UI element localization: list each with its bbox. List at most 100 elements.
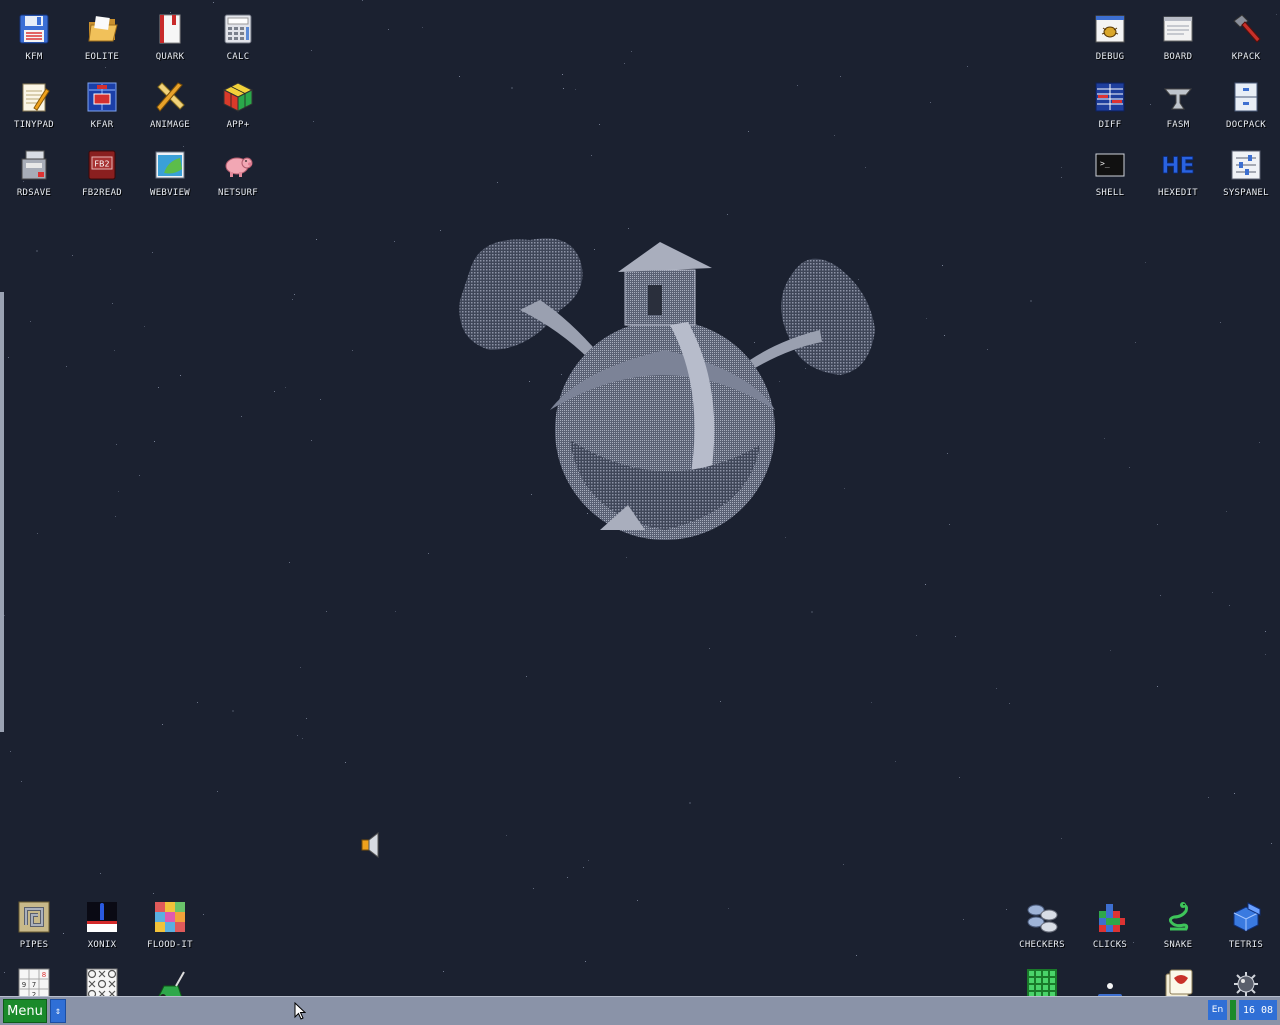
star xyxy=(562,74,563,75)
desktop-icon-xonix[interactable]: XONIX xyxy=(68,892,136,958)
desktop-icon-fb2read[interactable]: FB2 FB2READ xyxy=(68,140,136,206)
star xyxy=(1061,167,1062,168)
side-panel-edge[interactable] xyxy=(0,292,4,732)
star xyxy=(1006,909,1007,910)
star xyxy=(916,635,917,636)
desktop-icon-board[interactable]: BOARD xyxy=(1144,4,1212,70)
desktop-icon-netsurf[interactable]: NETSURF xyxy=(204,140,272,206)
star xyxy=(637,900,638,901)
star xyxy=(930,102,931,103)
desktop-icon-mahjong[interactable] xyxy=(1144,960,1212,996)
star xyxy=(567,877,568,878)
desktop-icon-quark[interactable]: QUARK xyxy=(136,4,204,70)
star xyxy=(506,835,507,836)
fb2-book-icon: FB2 xyxy=(85,148,119,182)
star xyxy=(292,299,293,300)
star xyxy=(180,375,181,376)
icon-label: XONIX xyxy=(87,940,117,950)
desktop-icon-docpack[interactable]: DOCPACK xyxy=(1212,72,1280,138)
desktop-icon-mine[interactable] xyxy=(1212,960,1280,996)
star xyxy=(728,908,729,909)
icon-label: TETRIS xyxy=(1228,940,1264,950)
desktop-icon-flood-it[interactable]: FLOOD-IT xyxy=(136,892,204,958)
desktop-icon-checkers[interactable]: CHECKERS xyxy=(1008,892,1076,958)
sudoku-icon: 8972 xyxy=(17,968,51,996)
clock[interactable]: 16 08 xyxy=(1239,1000,1277,1020)
desktop-icon-kfm[interactable]: KFM xyxy=(0,4,68,70)
star xyxy=(865,167,866,168)
desktop-icon-kpack[interactable]: KPACK xyxy=(1212,4,1280,70)
icon-label: CHECKERS xyxy=(1019,940,1065,950)
folder-icon xyxy=(85,12,119,46)
desktop-icon-tinypad[interactable]: TINYPAD xyxy=(0,72,68,138)
star xyxy=(895,761,896,762)
desktop-icon-animage[interactable]: ANIMAGE xyxy=(136,72,204,138)
svg-text:9: 9 xyxy=(22,981,26,989)
star xyxy=(10,751,11,752)
mine-icon xyxy=(1229,968,1263,996)
desktop-icon-diff[interactable]: DIFF xyxy=(1076,72,1144,138)
archive-grid-icon xyxy=(85,80,119,114)
icon-label: NETSURF xyxy=(217,188,259,198)
desktop-icon-webview[interactable]: WEBVIEW xyxy=(136,140,204,206)
star xyxy=(311,50,312,51)
desktop-icon-lawnmower[interactable] xyxy=(136,960,204,996)
star xyxy=(395,611,396,612)
star xyxy=(1129,467,1130,468)
icon-label: CLICKS xyxy=(1092,940,1128,950)
svg-text:HE: HE xyxy=(1161,154,1194,179)
star xyxy=(285,387,286,388)
snake-icon xyxy=(1161,900,1195,934)
star xyxy=(1220,322,1221,323)
desktop-icon-tic-tac-toe[interactable] xyxy=(68,960,136,996)
star xyxy=(394,241,395,242)
star xyxy=(362,0,363,1)
desktop-icon-sudoku[interactable]: 8972 xyxy=(0,960,68,996)
speaker-icon[interactable] xyxy=(358,830,388,860)
icon-label: BOARD xyxy=(1163,52,1193,62)
star xyxy=(942,265,943,266)
desktop-icon-pipes[interactable]: PIPES xyxy=(0,892,68,958)
disk-save-icon xyxy=(17,148,51,182)
desktop-icon-shell[interactable]: >_ SHELL xyxy=(1076,140,1144,206)
desktop-icon-kfar[interactable]: KFAR xyxy=(68,72,136,138)
task-switch-arrows-icon[interactable]: ⇕ xyxy=(50,999,66,1023)
desktop-icon-app-plus[interactable]: APP+ xyxy=(204,72,272,138)
lawnmower-icon xyxy=(153,968,187,996)
star xyxy=(588,860,589,861)
xonix-icon xyxy=(85,900,119,934)
desktop-icon-syspanel[interactable]: SYSPANEL xyxy=(1212,140,1280,206)
star xyxy=(139,475,140,476)
icon-label: APP+ xyxy=(226,120,250,130)
star xyxy=(834,135,835,136)
desktop-icon-eolite[interactable]: EOLITE xyxy=(68,4,136,70)
desktop-icon-calc[interactable]: CALC xyxy=(204,4,272,70)
star xyxy=(1271,843,1272,844)
desktop-icon-snake[interactable]: SNAKE xyxy=(1144,892,1212,958)
star xyxy=(959,777,960,778)
desktop-icon-rdsave[interactable]: RDSAVE xyxy=(0,140,68,206)
pipes-icon xyxy=(17,900,51,934)
diff-table-icon xyxy=(1093,80,1127,114)
desktop-icon-hexedit[interactable]: HE HEXEDIT xyxy=(1144,140,1212,206)
desktop-icon-paddle-ball[interactable] xyxy=(1076,960,1144,996)
star xyxy=(987,349,988,350)
star xyxy=(1229,605,1230,606)
menu-button[interactable]: Menu xyxy=(3,999,47,1023)
desktop-icon-green-grid[interactable] xyxy=(1008,960,1076,996)
star xyxy=(533,888,534,889)
desktop-icon-clicks[interactable]: CLICKS xyxy=(1076,892,1144,958)
star xyxy=(162,724,163,725)
board-window-icon xyxy=(1161,12,1195,46)
star xyxy=(66,366,67,367)
desktop-icon-debug[interactable]: DEBUG xyxy=(1076,4,1144,70)
desktop-icon-fasm[interactable]: FASM xyxy=(1144,72,1212,138)
icon-label: SHELL xyxy=(1095,188,1125,198)
star xyxy=(114,350,115,351)
icon-label: DIFF xyxy=(1098,120,1122,130)
calculator-icon xyxy=(221,12,255,46)
desktop-icon-tetris[interactable]: TETRIS xyxy=(1212,892,1280,958)
language-indicator[interactable]: En xyxy=(1208,1000,1227,1020)
star xyxy=(944,335,945,336)
cabinet-icon xyxy=(1229,80,1263,114)
